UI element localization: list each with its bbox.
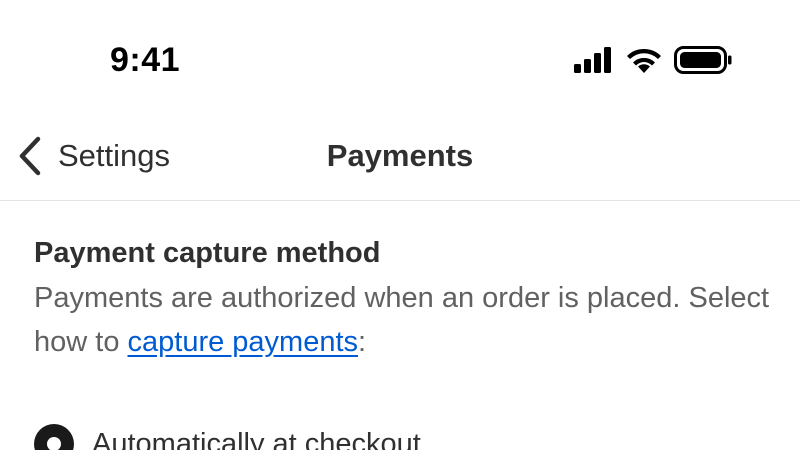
status-icons: [574, 44, 732, 76]
navigation-bar: Settings Payments: [0, 110, 800, 201]
capture-payments-link[interactable]: capture payments: [128, 326, 359, 358]
capture-option-automatic[interactable]: Automatically at checkout: [34, 424, 421, 450]
battery-icon: [674, 46, 732, 74]
status-time: 9:41: [110, 41, 181, 79]
chevron-left-icon: [19, 136, 41, 176]
status-bar: 9:41: [0, 0, 800, 110]
cellular-signal-icon: [574, 47, 611, 73]
description-suffix: :: [358, 326, 367, 358]
option-label: Automatically at checkout: [92, 428, 421, 450]
section-description: Payments are authorized when an order is…: [34, 276, 774, 364]
back-button[interactable]: Settings: [16, 134, 170, 178]
radio-selected[interactable]: [34, 424, 74, 450]
section-title: Payment capture method: [34, 237, 381, 269]
wifi-icon: [627, 48, 661, 73]
payment-capture-section: Payment capture method Payments are auth…: [34, 232, 774, 364]
back-label: Settings: [58, 138, 171, 173]
screen: 9:41 Settings Payments Payment capture m…: [0, 0, 800, 450]
